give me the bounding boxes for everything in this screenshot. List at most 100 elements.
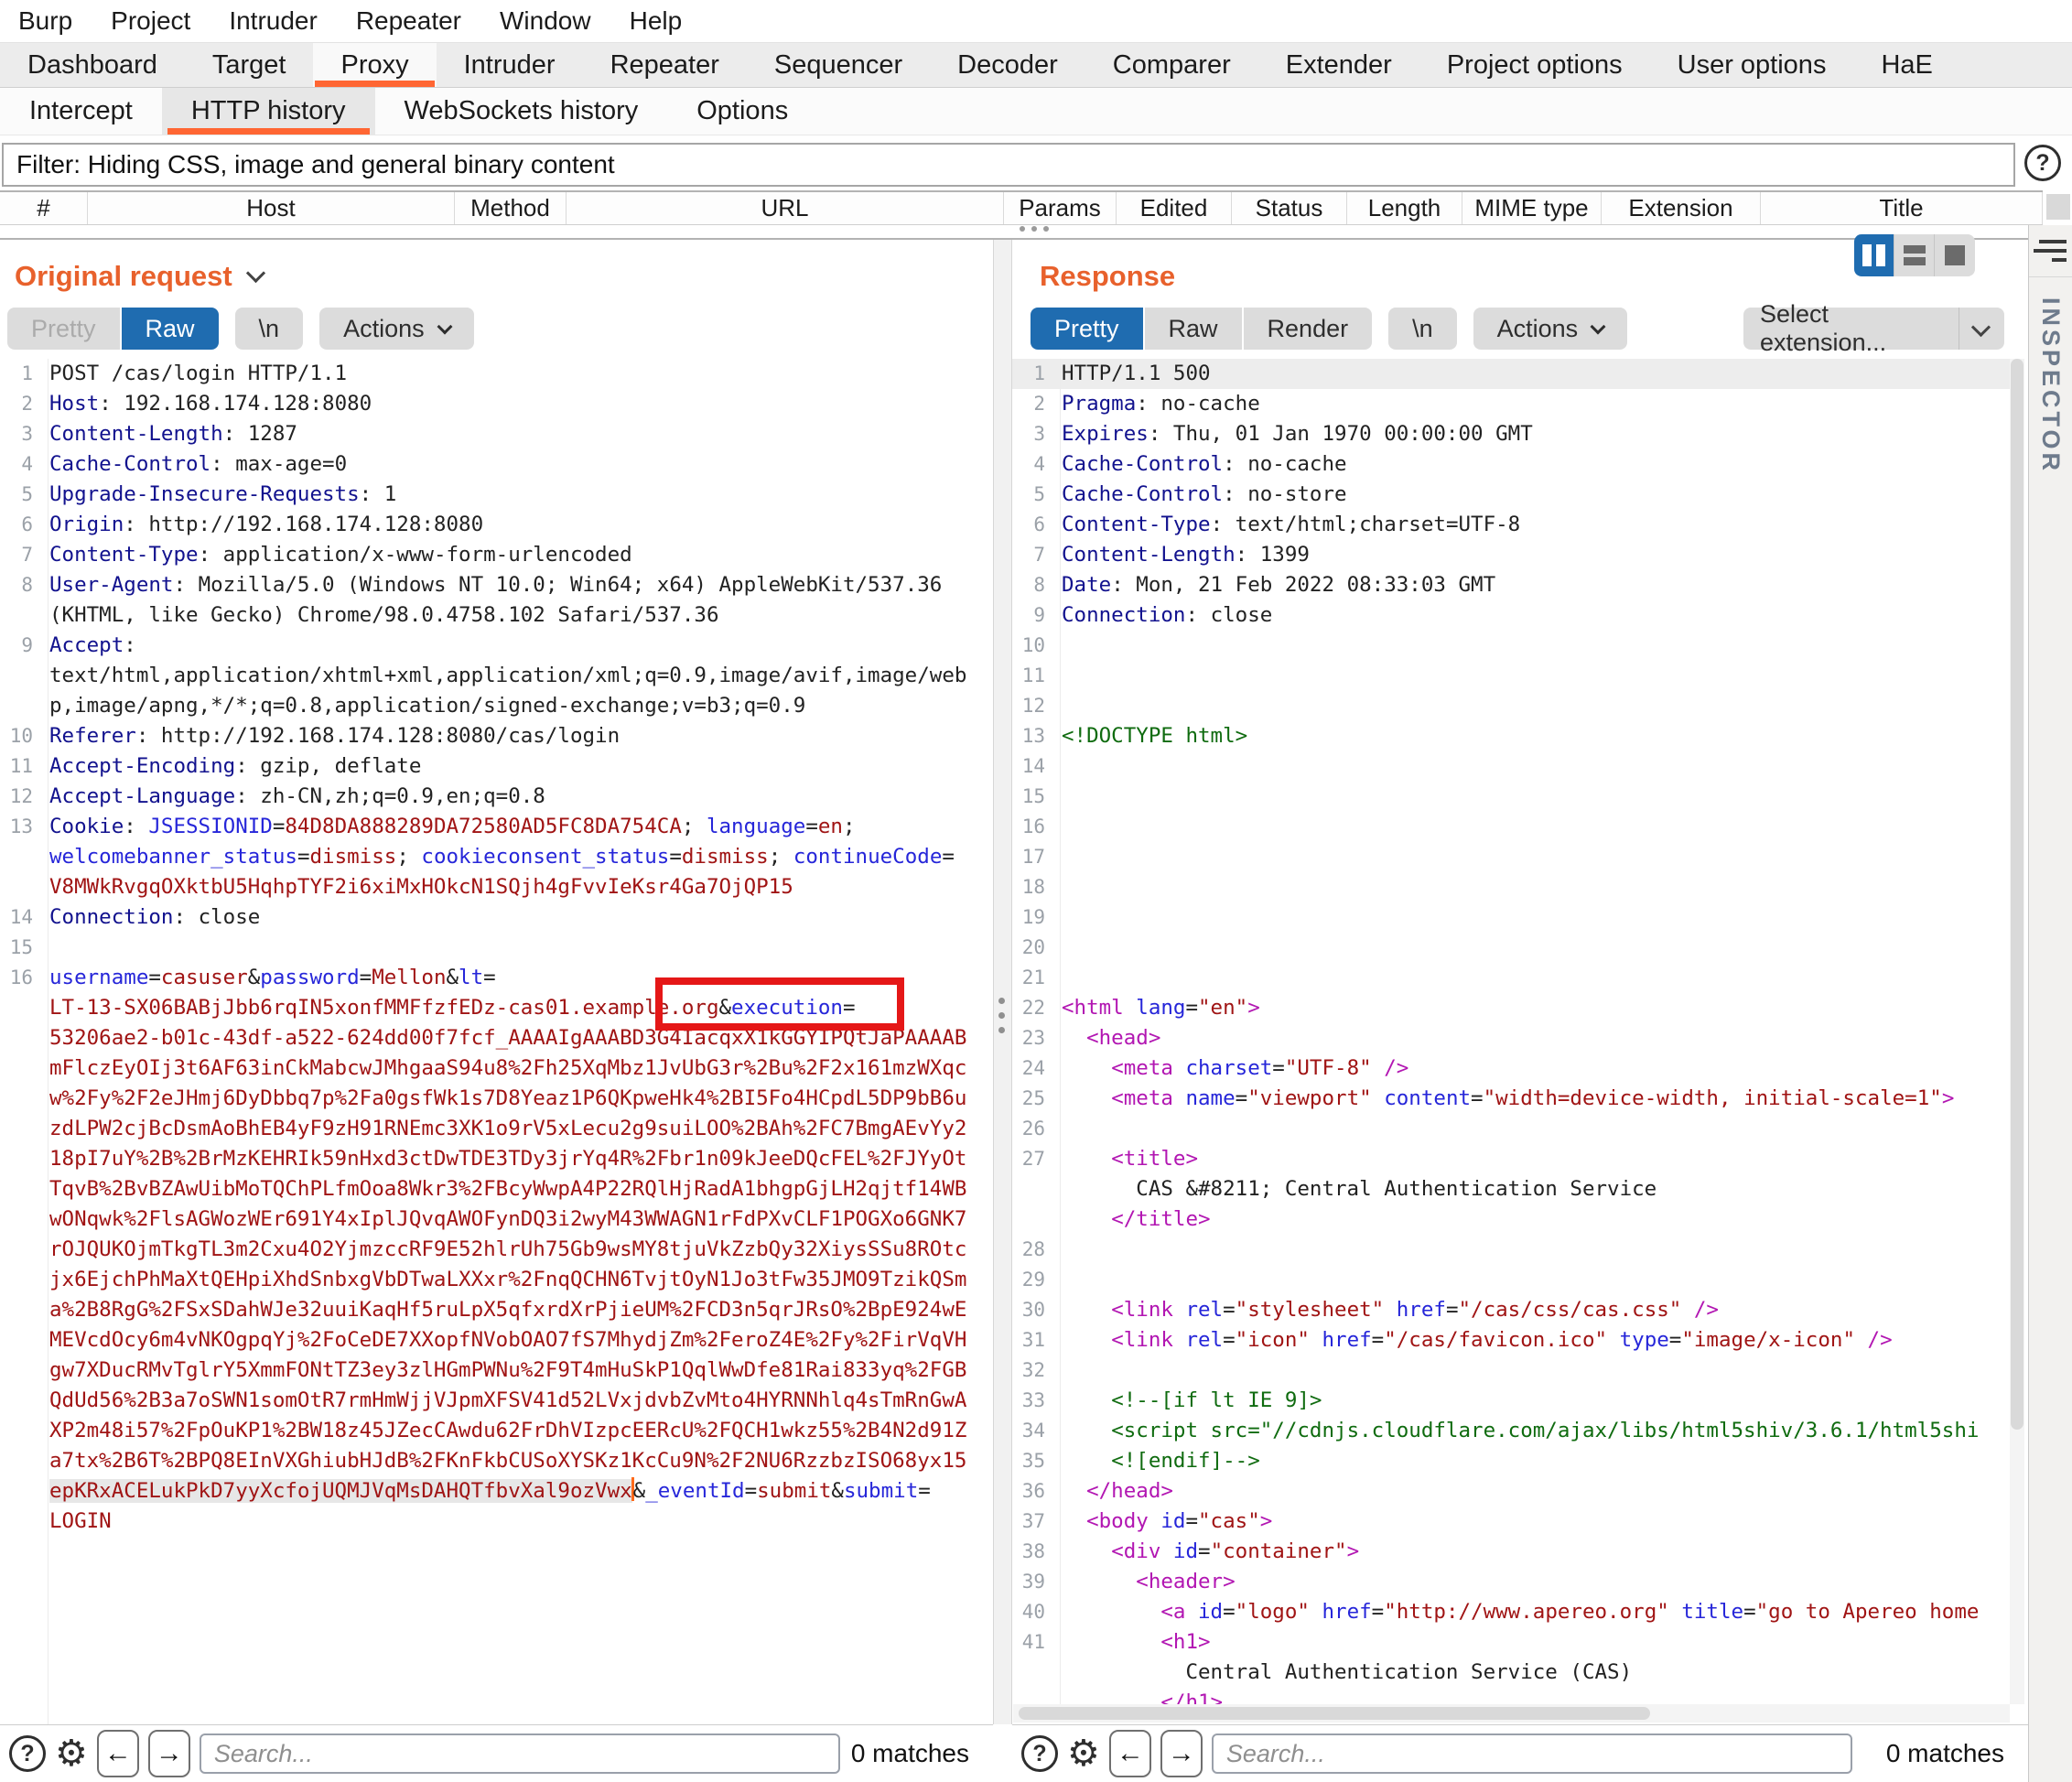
view-single-button[interactable] (1935, 234, 1975, 276)
tab-target[interactable]: Target (185, 43, 314, 87)
request-pretty-button[interactable]: Pretty (7, 308, 120, 350)
code-row: a%2B8RgG%2FSxSDahWJe32uuiKaqHf5ruLpX5qfx… (0, 1295, 993, 1325)
code-row: mFlczEyOIj3t6AF63inCkMabcwJMhgaaS94u8%2F… (0, 1053, 993, 1084)
code-row: 18pI7uY%2B%2BrMzKEHRIk59nHxd3ctDwTDE3TDy… (0, 1144, 993, 1174)
subtab-options[interactable]: Options (667, 88, 817, 135)
request-raw-button[interactable]: Raw (122, 308, 219, 350)
tab-decoder[interactable]: Decoder (930, 43, 1085, 87)
code-row: CAS &#8211; Central Authentication Servi… (1012, 1174, 2010, 1204)
search-prev-button[interactable]: ← (1109, 1730, 1151, 1777)
tab-extender[interactable]: Extender (1258, 43, 1419, 87)
code-row: QdUd56%2B3a7oSWN1somOtR7rmHmWjjVJpmXFSV4… (0, 1386, 993, 1416)
menu-item-project[interactable]: Project (105, 5, 196, 38)
response-select-extension-button[interactable]: Select extension... (1743, 308, 2004, 350)
tab-user-options[interactable]: User options (1650, 43, 1854, 87)
proxy-sub-tab-bar: InterceptHTTP historyWebSockets historyO… (0, 88, 2072, 135)
divider-grip-icon (998, 998, 1005, 1033)
search-prev-button[interactable]: ← (97, 1730, 139, 1777)
code-row: 5Cache-Control: no-store (1012, 480, 2010, 510)
response-search-input[interactable] (1212, 1733, 1852, 1774)
help-icon[interactable]: ? (1021, 1735, 1058, 1772)
column-header-params[interactable]: Params (1004, 192, 1117, 224)
column-header-host[interactable]: Host (88, 192, 455, 224)
request-panel: Original request Pretty Raw \n Actions 1… (0, 240, 993, 1724)
tab-proxy[interactable]: Proxy (313, 43, 436, 87)
response-raw-button[interactable]: Raw (1145, 308, 1242, 350)
view-side-by-side-button[interactable] (1854, 234, 1894, 276)
request-search-input[interactable] (200, 1733, 840, 1774)
code-row: 35 <![endif]--> (1012, 1446, 2010, 1476)
column-header--[interactable]: # (0, 192, 88, 224)
tab-dashboard[interactable]: Dashboard (0, 43, 185, 87)
response-render-button[interactable]: Render (1244, 308, 1373, 350)
chevron-down-icon (437, 319, 452, 335)
response-editor[interactable]: 1HTTP/1.1 5002Pragma: no-cache3Expires: … (1012, 359, 2010, 1704)
column-header-title[interactable]: Title (1761, 192, 2043, 224)
code-row: 19 (1012, 902, 2010, 933)
tab-repeater[interactable]: Repeater (583, 43, 747, 87)
request-title[interactable]: Original request (15, 260, 263, 293)
column-header-method[interactable]: Method (455, 192, 567, 224)
tab-sequencer[interactable]: Sequencer (747, 43, 930, 87)
filter-bar[interactable]: Filter: Hiding CSS, image and general bi… (2, 143, 2015, 187)
code-row: 1POST /cas/login HTTP/1.1 (0, 359, 993, 389)
response-panel: Response Pretty Raw Render \n Actions 1H… (1012, 240, 2028, 1724)
request-newline-button[interactable]: \n (235, 308, 304, 350)
gear-icon[interactable]: ⚙ (1067, 1735, 1100, 1772)
code-row: 3Expires: Thu, 01 Jan 1970 00:00:00 GMT (1012, 419, 2010, 449)
response-hscrollbar[interactable] (1013, 1704, 2010, 1723)
menu-item-window[interactable]: Window (494, 5, 597, 38)
menu-item-intruder[interactable]: Intruder (223, 5, 323, 38)
code-row: 4Cache-Control: no-cache (1012, 449, 2010, 480)
editor-layout-switcher (1854, 234, 1975, 276)
code-row: 6Content-Type: text/html;charset=UTF-8 (1012, 510, 2010, 540)
column-header-length[interactable]: Length (1347, 192, 1462, 224)
code-row: 11 (1012, 661, 2010, 691)
request-editor[interactable]: 1POST /cas/login HTTP/1.12Host: 192.168.… (0, 359, 993, 1724)
code-row: 25 <meta name="viewport" content="width=… (1012, 1084, 2010, 1114)
table-splitter-handle[interactable] (1020, 226, 1056, 232)
search-next-button[interactable]: → (148, 1730, 190, 1777)
search-next-button[interactable]: → (1160, 1730, 1203, 1777)
response-pretty-button[interactable]: Pretty (1031, 308, 1143, 350)
request-actions-button[interactable]: Actions (319, 308, 474, 350)
history-table-header: #HostMethodURLParamsEditedStatusLengthMI… (0, 190, 2043, 225)
subtab-intercept[interactable]: Intercept (0, 88, 162, 135)
tab-comparer[interactable]: Comparer (1085, 43, 1258, 87)
menu-item-burp[interactable]: Burp (13, 5, 78, 38)
help-icon[interactable]: ? (9, 1735, 46, 1772)
menu-item-help[interactable]: Help (624, 5, 688, 38)
view-stacked-button[interactable] (1894, 234, 1935, 276)
response-actions-button[interactable]: Actions (1473, 308, 1628, 350)
response-newline-button[interactable]: \n (1388, 308, 1457, 350)
code-row: 16 (1012, 812, 2010, 842)
table-scroll-corner (2046, 194, 2070, 220)
code-row: 33 <!--[if lt IE 9]> (1012, 1386, 2010, 1416)
subtab-websockets-history[interactable]: WebSockets history (375, 88, 668, 135)
panel-divider[interactable] (993, 240, 1012, 1724)
annotation-red-box (655, 977, 904, 1031)
code-row: </h1> (1012, 1688, 2010, 1704)
code-row: 40 <a id="logo" href="http://www.apereo.… (1012, 1597, 2010, 1627)
column-header-edited[interactable]: Edited (1117, 192, 1232, 224)
tab-hae[interactable]: HaE (1853, 43, 1959, 87)
column-header-mime-type[interactable]: MIME type (1462, 192, 1602, 224)
column-header-url[interactable]: URL (567, 192, 1004, 224)
subtab-http-history[interactable]: HTTP history (162, 88, 375, 135)
gear-icon[interactable]: ⚙ (55, 1735, 88, 1772)
response-vscrollbar[interactable] (2010, 359, 2024, 1704)
tab-intruder[interactable]: Intruder (437, 43, 583, 87)
menu-item-repeater[interactable]: Repeater (351, 5, 467, 38)
code-row: 38 <div id="container"> (1012, 1537, 2010, 1567)
code-row: 13<!DOCTYPE html> (1012, 721, 2010, 751)
code-row: 10Referer: http://192.168.174.128:8080/c… (0, 721, 993, 751)
inspector-sidebar[interactable]: INSPECTOR (2028, 225, 2072, 1782)
code-row: 10 (1012, 631, 2010, 661)
chevron-down-icon (246, 263, 265, 282)
code-row: 39 <header> (1012, 1567, 2010, 1597)
code-row: 36 </head> (1012, 1476, 2010, 1507)
column-header-status[interactable]: Status (1232, 192, 1347, 224)
column-header-extension[interactable]: Extension (1602, 192, 1761, 224)
help-icon[interactable]: ? (2024, 145, 2061, 181)
tab-project-options[interactable]: Project options (1419, 43, 1650, 87)
